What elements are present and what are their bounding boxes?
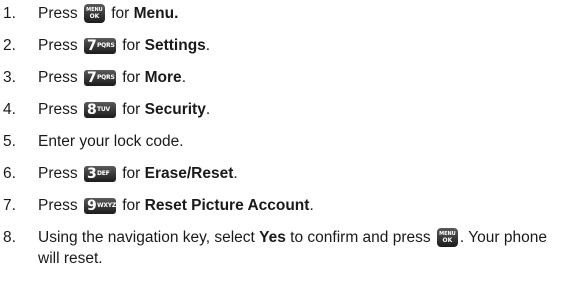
- step-text: Press 8 TUV for Security.: [38, 99, 210, 120]
- instruction-text: Enter your lock code.: [38, 133, 184, 150]
- step-number: 5.: [3, 133, 16, 150]
- step-text: Using the navigation key, select Yes to …: [38, 227, 558, 269]
- key-letters: WXYZ: [96, 202, 117, 209]
- key-digit: 7: [86, 38, 97, 54]
- menu-option-label: Erase/Reset: [144, 165, 234, 182]
- step-text: Press MENU OK for Menu.: [38, 3, 178, 24]
- instruction-text: .: [205, 37, 211, 54]
- key-letters: TUV: [96, 106, 110, 113]
- menu-option-label: More: [144, 69, 182, 86]
- menu-ok-key-icon: MENU OK: [83, 4, 105, 23]
- key-digit: 3: [86, 166, 97, 182]
- step-number: 7.: [3, 197, 16, 214]
- step-text: Press 9 WXYZ for Reset Picture Account.: [38, 195, 314, 216]
- instruction-text: for: [117, 165, 145, 182]
- key-letters: DEF: [96, 170, 110, 177]
- step-text: Enter your lock code.: [38, 131, 184, 152]
- instruction-text: for: [117, 197, 145, 214]
- step-text: Press 7 PQRS for More.: [38, 67, 186, 88]
- key-7-pqrs-icon: 7 PQRS: [83, 70, 116, 86]
- step-number: 8.: [3, 229, 16, 246]
- key-3-def-icon: 3 DEF: [83, 166, 116, 182]
- menu-key-bottom-label: OK: [442, 237, 453, 244]
- instruction-text: for: [117, 69, 145, 86]
- instruction-text: for: [106, 5, 134, 22]
- key-7-pqrs-icon: 7 PQRS: [83, 38, 116, 54]
- instruction-text: Press: [38, 69, 82, 86]
- instruction-text: for: [117, 37, 145, 54]
- instruction-text: Press: [38, 5, 82, 22]
- key-letters: PQRS: [96, 42, 115, 49]
- instruction-text: Press: [38, 37, 82, 54]
- instruction-text: .: [233, 165, 238, 182]
- menu-option-label: Settings: [144, 37, 206, 54]
- instruction-text: Using the navigation key, select: [38, 229, 260, 246]
- step-number: 6.: [3, 165, 16, 182]
- key-9-wxyz-icon: 9 WXYZ: [83, 198, 117, 214]
- step-text: Press 7 PQRS for Settings.: [38, 35, 210, 56]
- instruction-text: for: [117, 101, 145, 118]
- menu-option-label: Yes: [259, 229, 286, 246]
- instruction-text: to confirm and press: [285, 229, 435, 246]
- instruction-text: Press: [38, 197, 82, 214]
- step-number: 2.: [3, 37, 16, 54]
- menu-ok-key-icon: MENU OK: [436, 228, 458, 247]
- instruction-text: Press: [38, 101, 82, 118]
- step-text: Press 3 DEF for Erase/Reset.: [38, 163, 238, 184]
- key-digit: 9: [86, 198, 97, 214]
- instruction-text: .: [181, 69, 186, 86]
- menu-option-label: Reset Picture Account: [144, 197, 310, 214]
- menu-option-label: Menu.: [133, 5, 179, 22]
- instruction-text: Press: [38, 165, 82, 182]
- instruction-text: .: [205, 101, 211, 118]
- key-digit: 8: [86, 102, 97, 118]
- key-digit: 7: [86, 70, 97, 86]
- instruction-text: .: [309, 197, 314, 214]
- menu-key-bottom-label: OK: [89, 13, 100, 20]
- menu-option-label: Security: [144, 101, 206, 118]
- step-number: 3.: [3, 69, 16, 86]
- step-number: 1.: [3, 5, 16, 22]
- step-number: 4.: [3, 101, 16, 118]
- key-8-tuv-icon: 8 TUV: [83, 102, 116, 118]
- key-letters: PQRS: [96, 74, 115, 81]
